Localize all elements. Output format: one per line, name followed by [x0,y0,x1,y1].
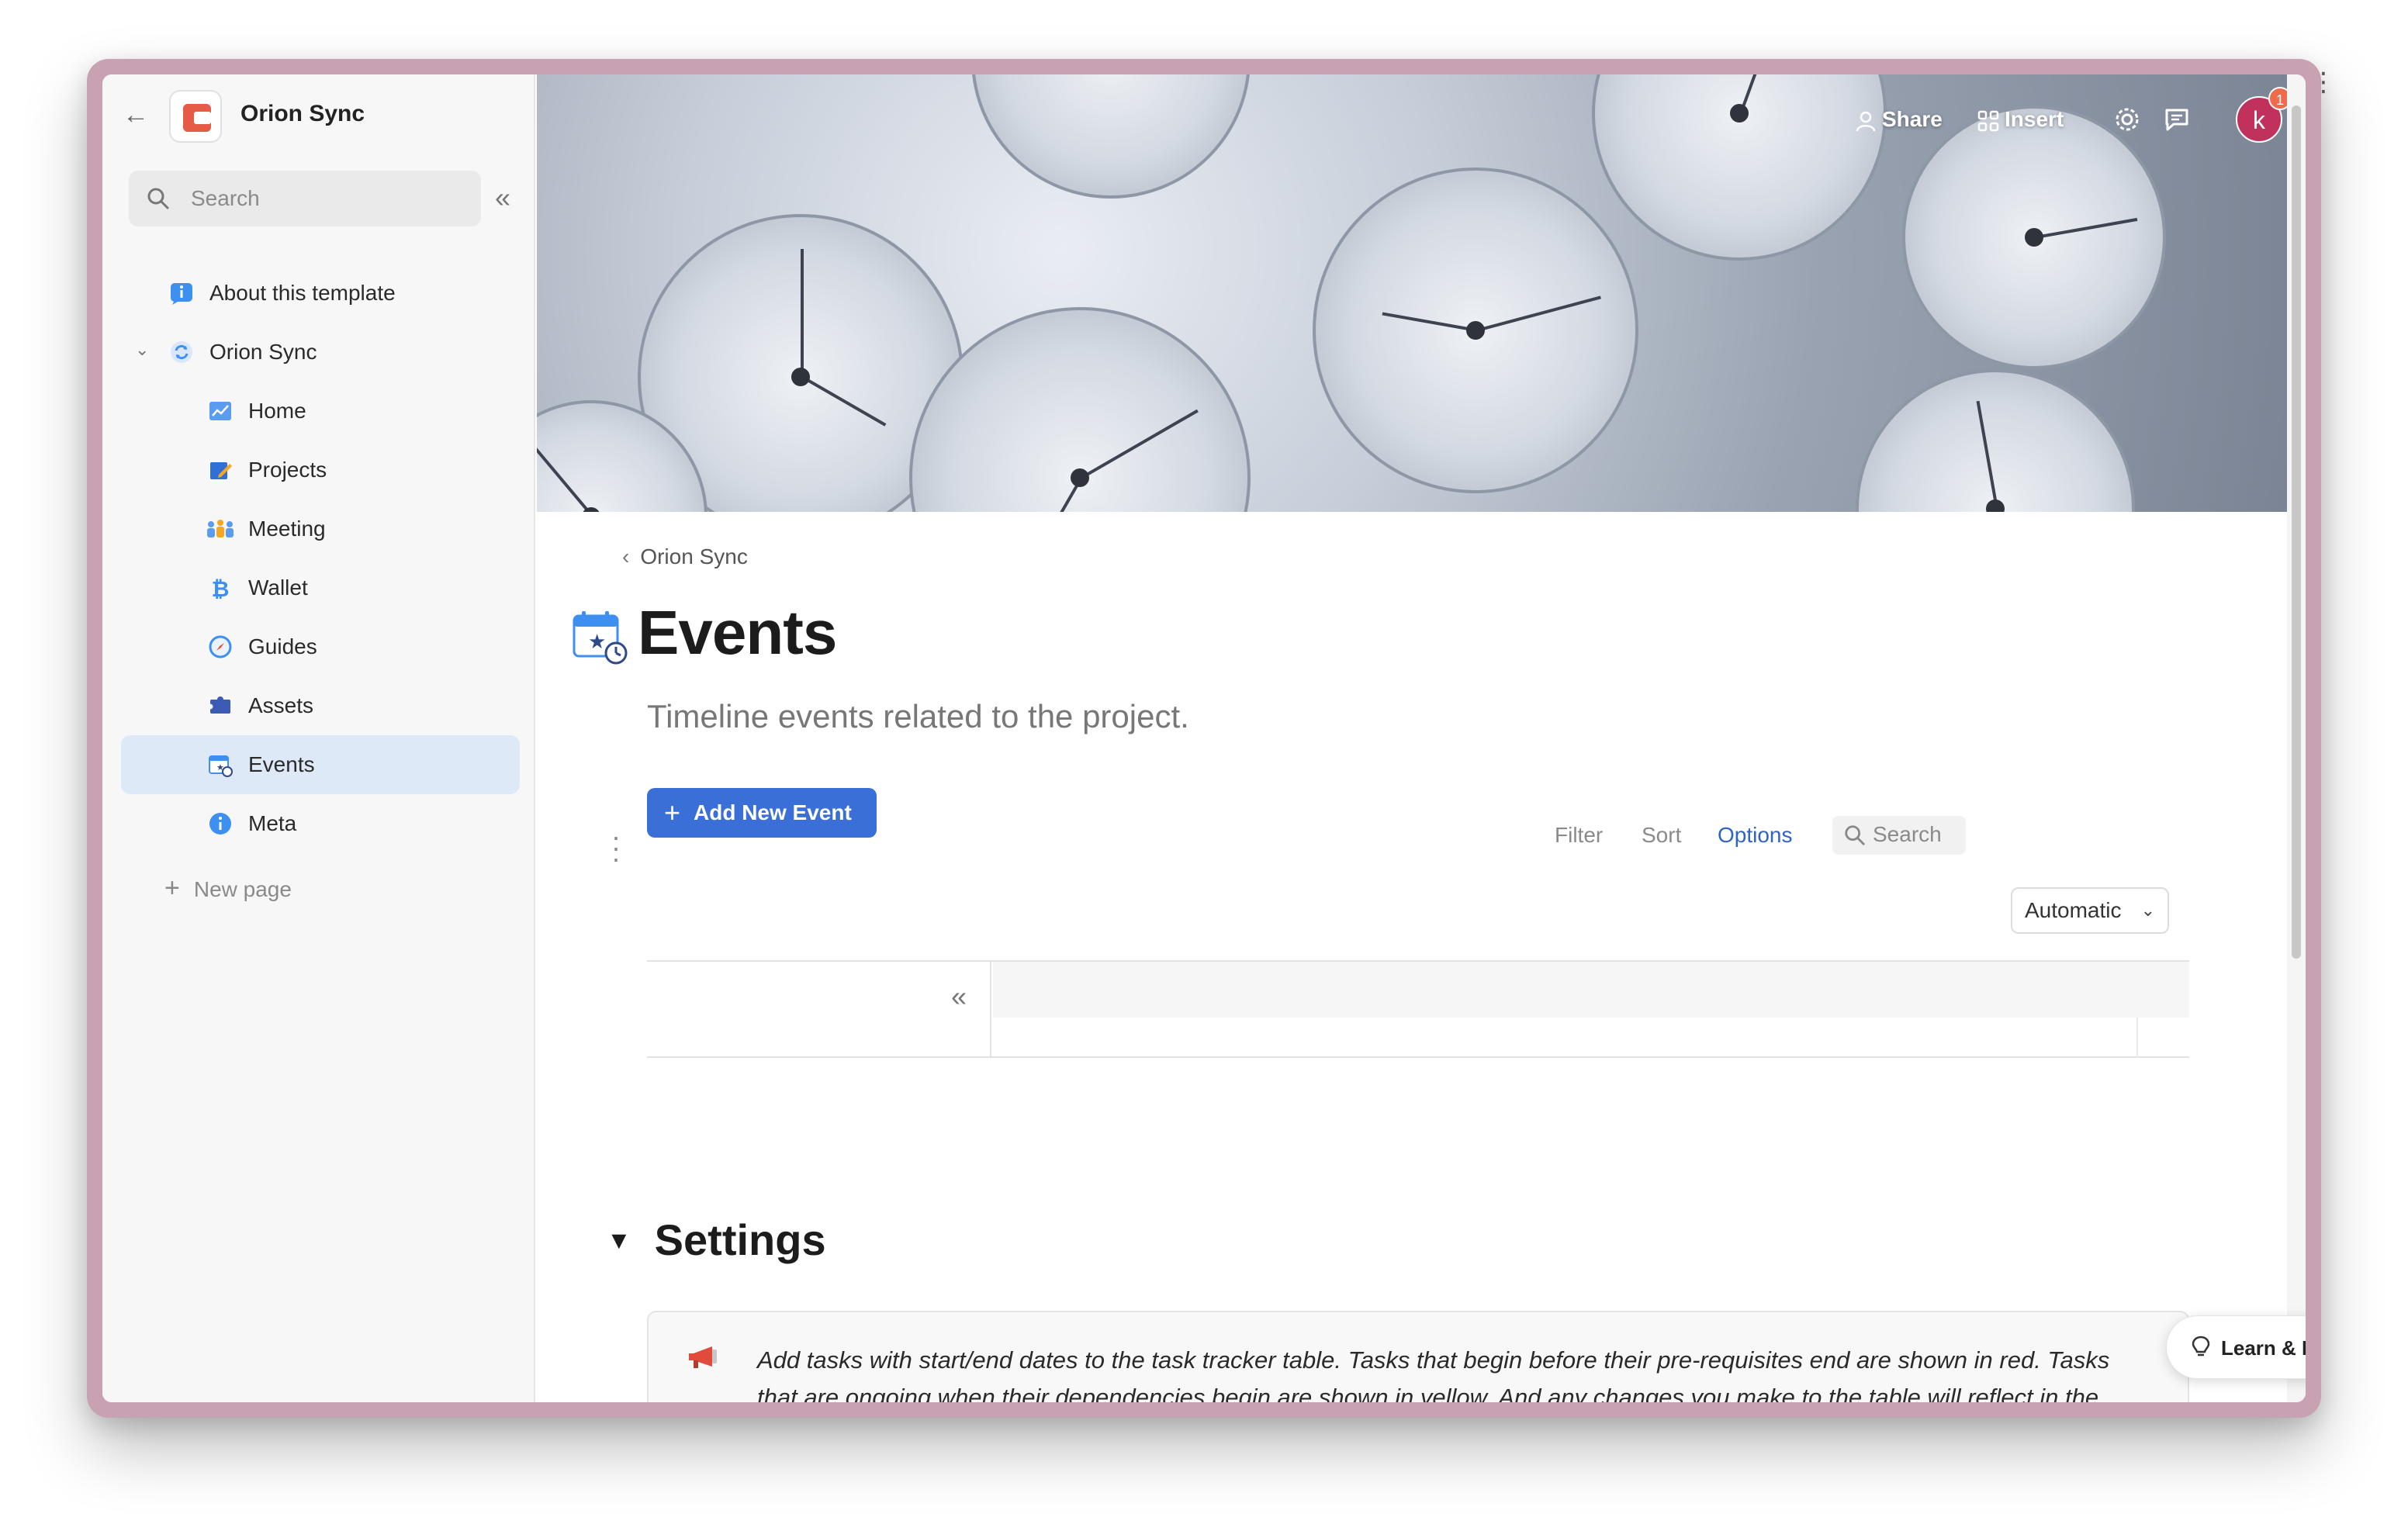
sidebar-item-label: Meta [248,811,297,835]
people-icon [207,520,234,537]
sidebar-item-label: Assets [248,693,314,717]
top-bar: Share Insert k 1 [1840,87,2306,143]
sidebar-item-projects[interactable]: Projects [121,441,520,499]
sidebar-item-label: Projects [248,458,327,482]
options-button[interactable]: Options [1718,816,1793,855]
new-page-label: New page [193,877,292,901]
filter-button[interactable]: Filter [1555,816,1603,855]
info-icon [209,813,231,835]
comments-button[interactable] [2163,96,2191,143]
gear-icon [2116,108,2139,131]
sidebar-item-label: Events [248,752,315,776]
sidebar: ← Orion Sync Search « About this templat… [102,74,535,1402]
sidebar-item-label: About this template [209,281,396,305]
sidebar-search-input[interactable]: Search [129,171,481,226]
sidebar-item-assets[interactable]: Assets [121,676,520,735]
compass-icon [209,635,232,658]
learn-help-button[interactable]: Learn & Help [2166,1315,2306,1379]
triangle-down-icon: ▼ [607,1226,631,1254]
sidebar-item-label: Meeting [248,517,326,541]
plus-icon: + [164,873,180,903]
sort-button[interactable]: Sort [1642,816,1681,855]
timeline-scale-select[interactable]: Automatic ⌄ [2011,887,2169,934]
sidebar-item-guides[interactable]: Guides [121,617,520,676]
svg-text:★: ★ [588,631,606,654]
sync-icon [171,341,192,363]
sidebar-item-meeting[interactable]: Meeting [121,499,520,558]
grid-icon [1977,110,1999,131]
search-placeholder: Search [191,186,260,210]
callout-text: Add tasks with start/end dates to the ta… [757,1346,2110,1402]
timeline-scale-value: Automatic [2025,898,2122,922]
chart-icon [209,402,231,420]
calendar-icon: ★ [209,755,233,777]
page-subtitle: Timeline events related to the project. [647,698,1189,734]
settings-heading-label: Settings [654,1215,826,1264]
main-content: Share Insert k 1 ‹ Orion Sync ★ Events T… [537,74,2306,1402]
table-search-label: Search [1873,822,1942,846]
app-name: Orion Sync [240,101,365,126]
svg-text:₿: ₿ [212,576,230,600]
scrollbar-track[interactable] [2287,74,2306,1402]
app-logo[interactable] [169,90,222,143]
insert-button[interactable]: Insert [1977,96,2064,143]
clock-decoration [1902,105,2166,369]
chevron-down-icon: ⌄ [2140,900,2155,920]
learn-help-label: Learn & Help [2221,1336,2306,1360]
sidebar-item-events[interactable]: ★ Events [121,735,520,794]
chevron-left-icon: ‹ [622,544,630,569]
calendar-icon[interactable]: ★ [571,608,628,665]
sidebar-header: ← Orion Sync [102,74,534,160]
sidebar-item-orion-sync[interactable]: ⌄ Orion Sync [121,323,520,382]
search-icon [1845,825,1865,845]
breadcrumb-label: Orion Sync [640,544,748,569]
timeline-task-pane: « [647,962,991,1056]
settings-callout: Add tasks with start/end dates to the ta… [647,1311,2189,1402]
share-label: Share [1882,107,1943,131]
timeline-header [993,962,2189,1018]
clock-decoration [1313,168,1638,493]
window-menu-dots-icon[interactable]: ⋮ [2310,69,2337,95]
settings-toggle-heading[interactable]: ▼ Settings [607,1215,826,1265]
table-search-input[interactable]: Search [1832,816,1966,855]
sidebar-item-label: Home [248,399,306,423]
sidebar-item-home[interactable]: Home [121,382,520,441]
view-toolbar: Filter Sort Options [537,816,2306,855]
person-icon [1856,111,1876,131]
sidebar-item-wallet[interactable]: ₿ Wallet [121,558,520,617]
clock-decoration [909,307,1251,512]
app-window: ← Orion Sync Search « About this templat… [102,74,2306,1402]
sidebar-item-meta[interactable]: Meta [121,794,520,853]
new-page-button[interactable]: + New page [164,873,292,904]
collapse-sidebar-icon[interactable]: « [495,181,510,214]
comment-icon [2165,109,2188,131]
sidebar-item-about[interactable]: About this template [121,264,520,323]
bitcoin-icon: ₿ [212,576,230,600]
megaphone-icon [689,1346,717,1368]
pencil-icon [210,462,232,479]
breadcrumb[interactable]: ‹ Orion Sync [622,544,748,569]
timeline-view: « [647,960,2189,1058]
chevron-down-icon[interactable]: ⌄ [135,340,149,360]
search-icon [147,188,169,209]
settings-button[interactable] [2113,96,2141,143]
page-title: Events [638,598,837,667]
share-button[interactable]: Share [1854,96,1943,143]
clock-decoration [971,74,1251,199]
sidebar-item-label: Orion Sync [209,340,317,364]
clock-decoration [1856,369,2135,512]
back-arrow-icon[interactable]: ← [123,101,150,129]
info-chat-icon [171,283,192,305]
insert-label: Insert [2005,107,2064,131]
sidebar-item-label: Guides [248,634,317,658]
collapse-pane-icon[interactable]: « [951,980,967,1013]
sidebar-item-label: Wallet [248,575,308,600]
lightbulb-icon [2192,1336,2210,1356]
puzzle-icon [208,696,230,714]
